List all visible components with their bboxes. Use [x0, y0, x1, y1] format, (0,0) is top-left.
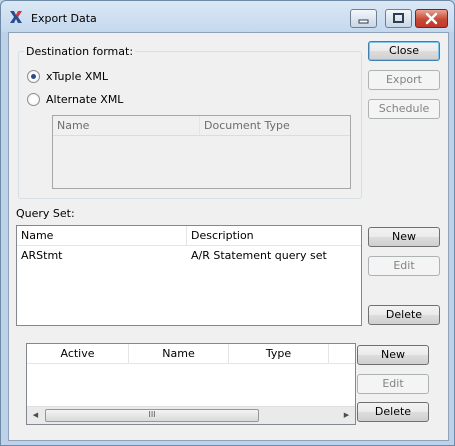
list-header: Active Name Type [27, 344, 355, 364]
query-items-list[interactable]: Active Name Type ◀ III ▶ [26, 343, 356, 425]
column-header-description[interactable]: Description [187, 226, 361, 245]
column-header-name[interactable]: Name [129, 344, 229, 363]
window-title: Export Data [31, 12, 97, 25]
maximize-button[interactable] [385, 9, 412, 28]
minimize-icon [358, 19, 369, 24]
query-set-label: Query Set: [16, 207, 75, 220]
radio-label: Alternate XML [46, 93, 124, 106]
radio-alternate-xml[interactable]: Alternate XML [27, 93, 123, 106]
maximize-icon [393, 13, 404, 23]
export-button[interactable]: Export [368, 70, 440, 90]
export-data-window: Export Data Destination format: xTuple X… [0, 0, 455, 446]
x-logo-icon [10, 11, 22, 23]
column-header-name[interactable]: Name [17, 226, 187, 245]
list-header: Name Description [17, 226, 361, 246]
radio-xtuple-xml[interactable]: xTuple XML [27, 70, 108, 83]
query-set-delete-button[interactable]: Delete [368, 305, 440, 325]
items-edit-button[interactable]: Edit [357, 374, 429, 394]
column-header-active[interactable]: Active [27, 344, 129, 363]
query-set-row-description[interactable]: A/R Statement query set [187, 247, 327, 265]
scroll-thumb[interactable]: III [45, 409, 259, 422]
close-window-button[interactable] [415, 9, 448, 28]
radio-label: xTuple XML [46, 70, 108, 83]
query-set-row-name[interactable]: ARStmt [17, 247, 63, 265]
query-set-edit-button[interactable]: Edit [368, 256, 440, 276]
close-icon [425, 12, 438, 25]
title-bar[interactable]: Export Data [1, 1, 454, 33]
items-new-button[interactable]: New [357, 345, 429, 365]
list-header: Name Document Type [53, 116, 350, 136]
radio-button[interactable] [27, 70, 40, 83]
query-set-list[interactable]: Name Description ARStmt A/R Statement qu… [16, 225, 362, 326]
column-header-document-type[interactable]: Document Type [200, 116, 350, 135]
dialog-body: Destination format: xTuple XML Alternate… [8, 32, 449, 441]
close-button[interactable]: Close [368, 41, 440, 61]
radio-button[interactable] [27, 93, 40, 106]
alternate-xml-list[interactable]: Name Document Type [52, 115, 351, 189]
destination-format-label: Destination format: [24, 45, 136, 58]
horizontal-scrollbar[interactable]: ◀ III ▶ [27, 406, 355, 424]
query-set-new-button[interactable]: New [368, 227, 440, 247]
items-delete-button[interactable]: Delete [357, 402, 429, 422]
scroll-right-icon[interactable]: ▶ [338, 407, 355, 424]
scroll-left-icon[interactable]: ◀ [27, 407, 44, 424]
schedule-button[interactable]: Schedule [368, 99, 440, 119]
minimize-button[interactable] [350, 9, 377, 28]
column-header-type[interactable]: Type [229, 344, 329, 363]
column-header-name[interactable]: Name [53, 116, 200, 135]
